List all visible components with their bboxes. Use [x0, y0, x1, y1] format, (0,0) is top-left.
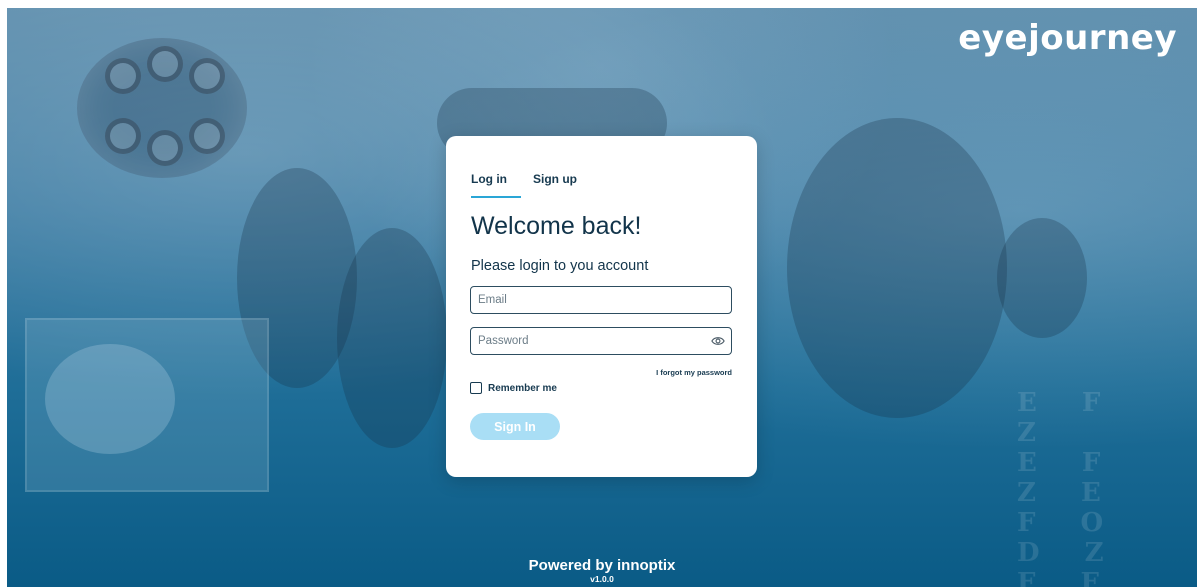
email-input[interactable]	[471, 287, 698, 313]
sign-in-button[interactable]: Sign In	[470, 413, 560, 440]
page-subtitle: Please login to you account	[471, 258, 649, 274]
eye-icon[interactable]	[711, 335, 725, 347]
eye-chart-graphic: E F ZE F Z EF O D ZF F C	[1017, 388, 1122, 587]
remember-me-row[interactable]: Remember me	[470, 382, 557, 394]
surgical-lamp-graphic	[77, 38, 247, 178]
tab-sign-up[interactable]: Sign up	[533, 172, 589, 198]
forgot-password-link[interactable]: I forgot my password	[656, 368, 732, 377]
password-field-container	[470, 327, 732, 355]
equipment-monitor-graphic	[25, 318, 269, 492]
password-input[interactable]	[471, 328, 698, 354]
email-field-container	[470, 286, 732, 314]
surgeon-figure-graphic	[337, 228, 447, 448]
staff-figure-graphic	[997, 218, 1087, 338]
auth-tabs: Log in Sign up	[471, 172, 589, 198]
version-text: v1.0.0	[590, 574, 614, 584]
login-card: Log in Sign up Welcome back! Please logi…	[446, 136, 757, 477]
remember-me-label: Remember me	[488, 382, 557, 394]
doctor-figure-graphic	[787, 118, 1007, 418]
page-title: Welcome back!	[471, 212, 642, 240]
powered-by-text: Powered by innoptix	[528, 557, 676, 574]
tab-log-in[interactable]: Log in	[471, 172, 521, 198]
eyejourney-logo: eyejourney	[958, 18, 1177, 58]
remember-me-checkbox[interactable]	[470, 382, 482, 394]
